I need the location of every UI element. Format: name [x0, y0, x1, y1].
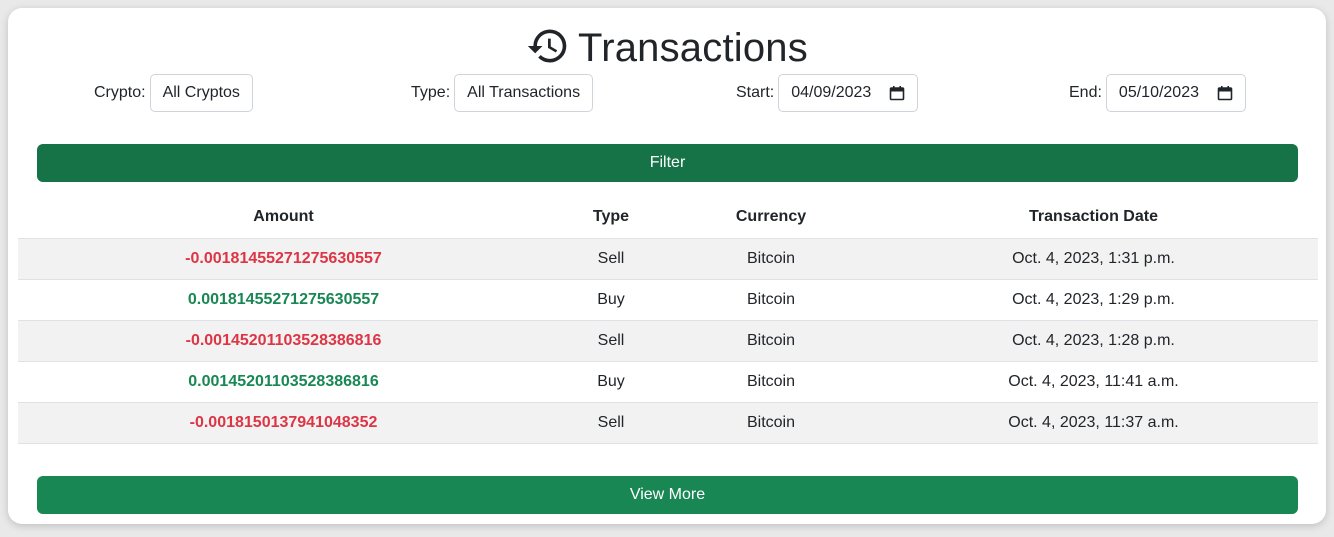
date-cell: Oct. 4, 2023, 1:29 p.m. [869, 279, 1318, 321]
type-cell: Buy [549, 279, 673, 321]
amount-cell: 0.00145201103528386816 [18, 361, 549, 403]
currency-cell: Bitcoin [673, 279, 869, 321]
end-date-filter: End: 05/10/2023 [1069, 74, 1246, 112]
type-cell: Sell [549, 320, 673, 362]
column-header-date: Transaction Date [869, 196, 1318, 239]
type-cell: Buy [549, 361, 673, 403]
transactions-table: Amount Type Currency Transaction Date -0… [18, 196, 1318, 444]
table-row: -0.0014520110352838681​6 Sell Bitcoin Oc… [18, 320, 1318, 362]
calendar-icon[interactable] [889, 85, 905, 101]
table-row: -0.00181455271275630557 Sell Bitcoin Oct… [18, 238, 1318, 280]
currency-cell: Bitcoin [673, 361, 869, 403]
type-label: Type: [411, 84, 451, 101]
start-date-filter: Start: 04/09/2023 [736, 74, 919, 112]
amount-cell: -0.00181455271275630557 [18, 238, 549, 280]
currency-cell: Bitcoin [673, 238, 869, 280]
end-label: End: [1069, 84, 1102, 101]
filter-button[interactable]: Filter [37, 144, 1298, 182]
crypto-select[interactable]: All Cryptos [149, 74, 253, 112]
amount-cell: -0.0014520110352838681​6 [18, 320, 549, 362]
crypto-select-value: All Cryptos [162, 84, 240, 101]
type-select[interactable]: All Transactions [454, 74, 594, 112]
table-row: 0.00145201103528386816 Buy Bitcoin Oct. … [18, 361, 1318, 403]
end-date-input[interactable]: 05/10/2023 [1105, 74, 1246, 112]
view-more-button[interactable]: View More [37, 476, 1298, 514]
currency-cell: Bitcoin [673, 320, 869, 362]
page-header: Transactions [8, 22, 1326, 74]
history-icon [526, 24, 570, 73]
crypto-label: Crypto: [94, 84, 146, 101]
start-label: Start: [736, 84, 775, 101]
date-cell: Oct. 4, 2023, 1:31 p.m. [869, 238, 1318, 280]
type-select-value: All Transactions [467, 84, 581, 101]
table-row: 0.00181455271275630557 Buy Bitcoin Oct. … [18, 279, 1318, 321]
column-header-amount: Amount [18, 196, 549, 239]
currency-cell: Bitcoin [673, 402, 869, 444]
table-row: -0.0018150137941048352 Sell Bitcoin Oct.… [18, 402, 1318, 444]
transactions-card: Transactions Crypto: All Cryptos Type: A… [8, 8, 1326, 524]
crypto-filter: Crypto: All Cryptos [94, 74, 253, 112]
type-filter: Type: All Transactions [411, 74, 594, 112]
table-header-row: Amount Type Currency Transaction Date [18, 196, 1318, 239]
end-date-value: 05/10/2023 [1118, 84, 1199, 101]
column-header-type: Type [549, 196, 673, 239]
type-cell: Sell [549, 238, 673, 280]
date-cell: Oct. 4, 2023, 1:28 p.m. [869, 320, 1318, 362]
date-cell: Oct. 4, 2023, 11:41 a.m. [869, 361, 1318, 403]
calendar-icon[interactable] [1217, 85, 1233, 101]
start-date-input[interactable]: 04/09/2023 [778, 74, 919, 112]
date-cell: Oct. 4, 2023, 11:37 a.m. [869, 402, 1318, 444]
column-header-currency: Currency [673, 196, 869, 239]
amount-cell: 0.00181455271275630557 [18, 279, 549, 321]
type-cell: Sell [549, 402, 673, 444]
page-title: Transactions [578, 25, 808, 70]
amount-cell: -0.0018150137941048352 [18, 402, 549, 444]
start-date-value: 04/09/2023 [791, 84, 872, 101]
